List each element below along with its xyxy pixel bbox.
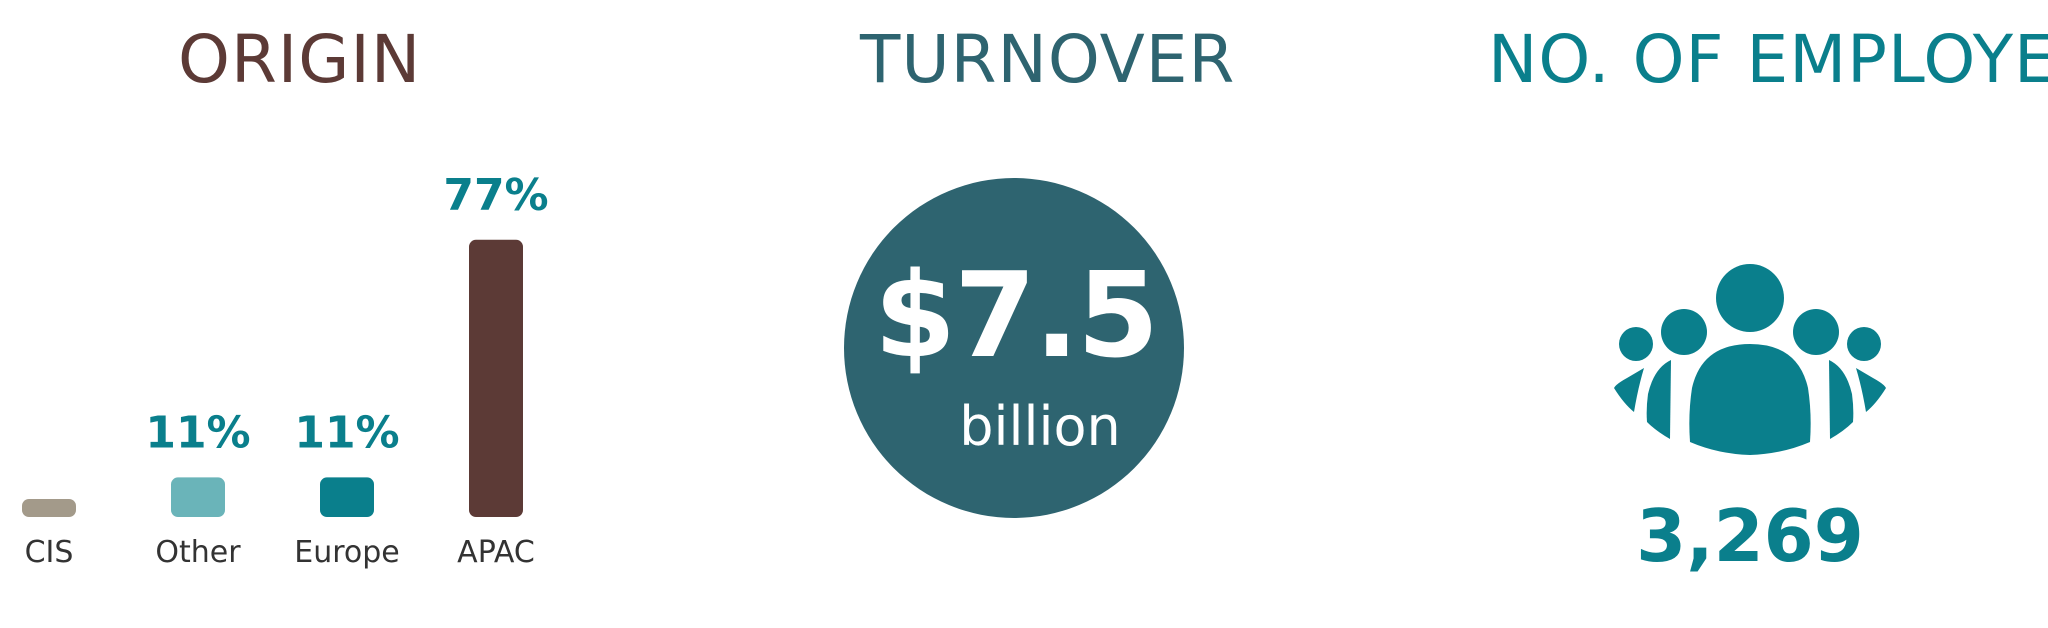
category-label-europe: Europe (294, 535, 400, 570)
turnover-unit: billion (959, 395, 1121, 458)
bar-apac (469, 239, 523, 518)
origin-title: ORIGIN (178, 21, 422, 98)
category-label-other: Other (155, 535, 241, 570)
value-label-europe: 11% (294, 407, 399, 458)
bar-europe (320, 477, 374, 517)
employees-value: 3,269 (1636, 494, 1864, 578)
employees-title: NO. OF EMPLOYEES (1488, 21, 2048, 98)
bar-other (171, 477, 225, 517)
bar-cis (22, 499, 76, 517)
value-label-apac: 77% (443, 170, 548, 221)
category-label-apac: APAC (457, 535, 535, 570)
value-label-other: 11% (145, 407, 250, 458)
turnover-value: $7.5 (874, 246, 1159, 384)
origin-bar-chart: CIS Other 11% Europe 11% APAC 77% (22, 170, 549, 570)
turnover-title: TURNOVER (860, 21, 1236, 98)
category-label-cis: CIS (25, 535, 74, 570)
people-group-icon (1614, 264, 1886, 455)
